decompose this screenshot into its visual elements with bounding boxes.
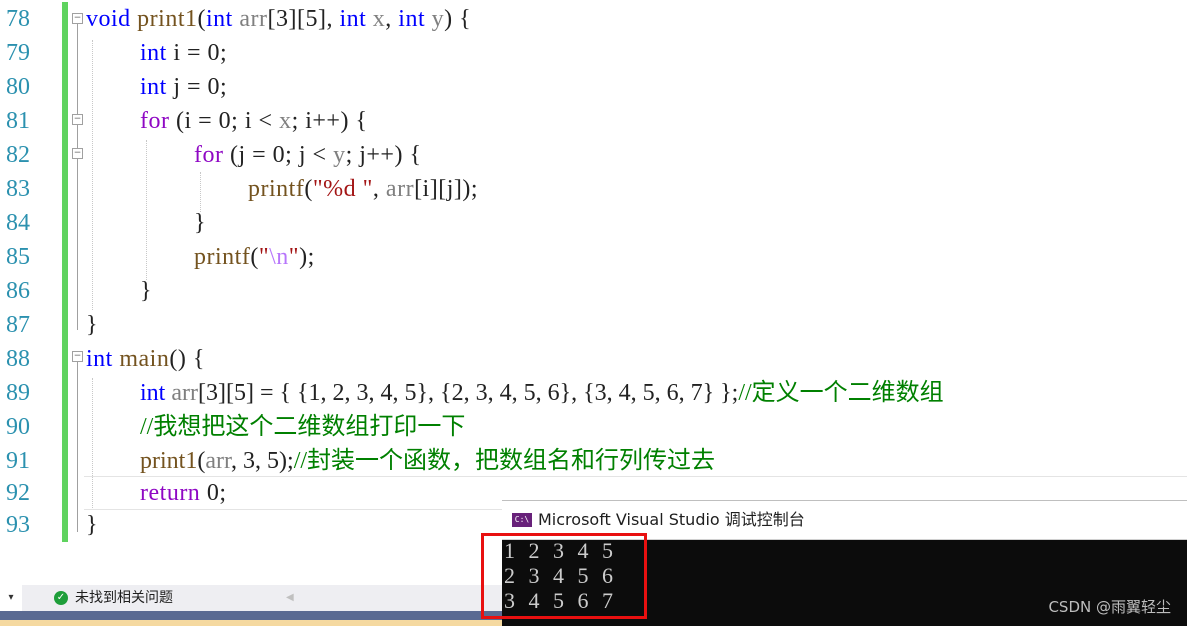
- code-text[interactable]: }: [194, 206, 206, 240]
- code-text[interactable]: void print1(int arr[3][5], int x, int y)…: [86, 2, 471, 36]
- line-number: 78: [6, 6, 30, 32]
- line-number: 84: [6, 210, 30, 236]
- line-number: 89: [6, 380, 30, 406]
- line-number: 87: [6, 312, 30, 338]
- check-circle-icon: ✓: [54, 591, 68, 605]
- line-number: 82: [6, 142, 30, 168]
- code-line: 79 int i = 0;: [0, 36, 1187, 70]
- code-editor[interactable]: − − − − 78 void print1(int arr[3][5], in…: [0, 0, 1187, 585]
- code-line: 91 print1(arr, 3, 5);//封装一个函数，把数组名和行列传过去: [0, 444, 1187, 478]
- code-line: 81 for (i = 0; i < x; i++) {: [0, 104, 1187, 138]
- code-text[interactable]: }: [140, 274, 152, 308]
- code-text[interactable]: }: [86, 308, 98, 342]
- chevron-down-icon[interactable]: ▾: [0, 585, 22, 611]
- line-number: 92: [6, 480, 30, 506]
- code-text[interactable]: printf("%d ", arr[i][j]);: [248, 172, 478, 206]
- line-number: 83: [6, 176, 30, 202]
- code-line: 86 }: [0, 274, 1187, 308]
- line-number: 85: [6, 244, 30, 270]
- code-line: 85 printf("\n");: [0, 240, 1187, 274]
- code-text[interactable]: printf("\n");: [194, 240, 315, 274]
- code-text[interactable]: int main() {: [86, 342, 205, 376]
- issues-status-text: 未找到相关问题: [75, 590, 173, 606]
- scroll-left-icon[interactable]: ◀: [286, 585, 294, 611]
- code-text[interactable]: for (j = 0; j < y; j++) {: [194, 138, 421, 172]
- code-text[interactable]: print1(arr, 3, 5);//封装一个函数，把数组名和行列传过去: [140, 444, 715, 478]
- code-text[interactable]: //我想把这个二维数组打印一下: [140, 410, 465, 444]
- code-line: 80 int j = 0;: [0, 70, 1187, 104]
- line-number: 91: [6, 448, 30, 474]
- console-app-icon: C:\: [512, 513, 532, 527]
- output-highlight-box: [481, 533, 647, 619]
- code-line: 83 printf("%d ", arr[i][j]);: [0, 172, 1187, 206]
- line-number: 93: [6, 512, 30, 538]
- code-text[interactable]: int j = 0;: [140, 70, 227, 104]
- code-line: 89 int arr[3][5] = { {1, 2, 3, 4, 5}, {2…: [0, 376, 1187, 410]
- line-number: 79: [6, 40, 30, 66]
- code-line: 82 for (j = 0; j < y; j++) {: [0, 138, 1187, 172]
- line-number: 88: [6, 346, 30, 372]
- code-text[interactable]: return 0;: [140, 476, 226, 510]
- code-line: 84 }: [0, 206, 1187, 240]
- code-text[interactable]: }: [86, 508, 98, 542]
- code-line: 78 void print1(int arr[3][5], int x, int…: [0, 2, 1187, 36]
- watermark: CSDN @雨翼轻尘: [1048, 598, 1171, 616]
- line-number: 80: [6, 74, 30, 100]
- code-text[interactable]: int i = 0;: [140, 36, 227, 70]
- line-number: 81: [6, 108, 30, 134]
- code-text[interactable]: for (i = 0; i < x; i++) {: [140, 104, 367, 138]
- line-number: 86: [6, 278, 30, 304]
- code-text[interactable]: int arr[3][5] = { {1, 2, 3, 4, 5}, {2, 3…: [140, 376, 944, 410]
- code-line: 90 //我想把这个二维数组打印一下: [0, 410, 1187, 444]
- code-line: 88 int main() {: [0, 342, 1187, 376]
- code-line: 87 }: [0, 308, 1187, 342]
- line-number: 90: [6, 414, 30, 440]
